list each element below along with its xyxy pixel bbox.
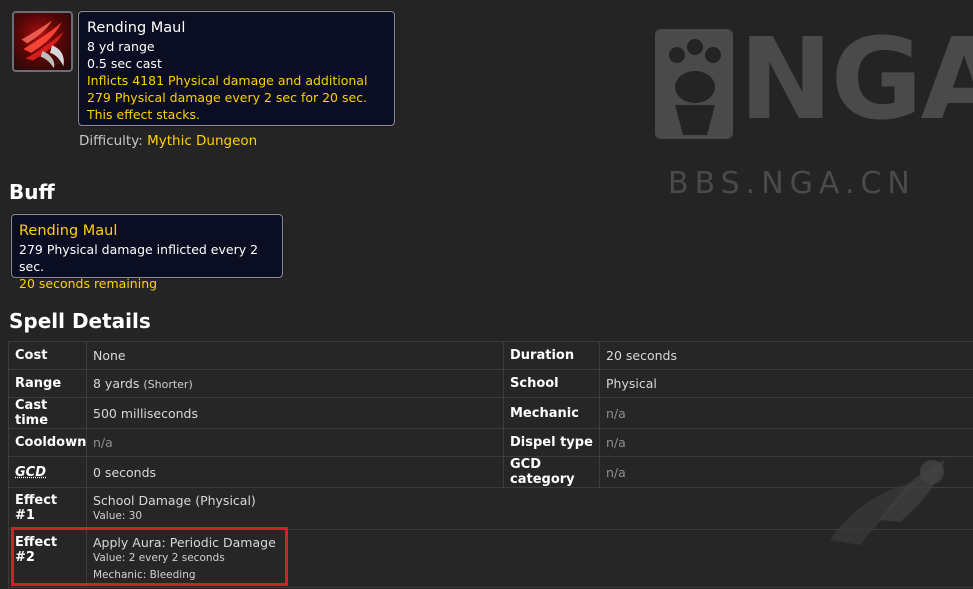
range-value: 8 yards <box>93 376 139 391</box>
difficulty-label: Difficulty: <box>79 133 143 149</box>
buff-heading: Buff <box>9 180 55 204</box>
row-label: GCD category <box>504 457 600 488</box>
row-value: None <box>87 342 504 370</box>
nga-watermark-letters: NGA <box>739 15 973 145</box>
row-value: 500 milliseconds <box>87 398 504 429</box>
difficulty-line: Difficulty: Mythic Dungeon <box>79 133 257 149</box>
effect-label: Effect #1 <box>9 488 87 530</box>
table-row: Cast time 500 milliseconds Mechanic n/a <box>9 398 973 429</box>
spell-title: Rending Maul <box>87 18 386 38</box>
row-value: n/a <box>87 429 504 457</box>
row-label: Cost <box>9 342 87 370</box>
bbs-nga-watermark-text: BBS.NGA.CN <box>668 166 916 201</box>
row-value: 20 seconds <box>600 342 973 370</box>
buff-tooltip: Rending Maul 279 Physical damage inflict… <box>11 214 283 278</box>
table-row: Cost None Duration 20 seconds <box>9 342 973 370</box>
row-label: School <box>504 370 600 398</box>
range-note: (Shorter) <box>143 378 192 391</box>
spell-description: Inflicts 4181 Physical damage and additi… <box>87 72 386 123</box>
row-label: Cooldown <box>9 429 87 457</box>
difficulty-value[interactable]: Mythic Dungeon <box>147 133 257 149</box>
table-row: Range 8 yards (Shorter) School Physical <box>9 370 973 398</box>
buff-remaining: 20 seconds remaining <box>19 275 275 292</box>
spell-details-heading: Spell Details <box>9 309 151 333</box>
row-value[interactable]: Physical <box>600 370 973 398</box>
row-value: n/a <box>600 398 973 429</box>
row-value: 0 seconds <box>87 457 504 488</box>
spell-cast-time: 0.5 sec cast <box>87 55 386 72</box>
buff-title: Rending Maul <box>19 221 275 241</box>
spell-tooltip: Rending Maul 8 yd range 0.5 sec cast Inf… <box>78 11 395 126</box>
highlight-box <box>11 527 288 586</box>
spell-range: 8 yd range <box>87 38 386 55</box>
row-label: Range <box>9 370 87 398</box>
row-label: Dispel type <box>504 429 600 457</box>
row-label: GCD <box>9 457 87 488</box>
rending-maul-claw-icon <box>12 11 73 72</box>
buff-effect-line: 279 Physical damage inflicted every 2 se… <box>19 241 275 275</box>
row-value: 8 yards (Shorter) <box>87 370 504 398</box>
row-label: Duration <box>504 342 600 370</box>
gcd-label[interactable]: GCD <box>15 465 46 480</box>
decorative-claw-watermark-icon <box>820 450 960 554</box>
row-label: Mechanic <box>504 398 600 429</box>
row-label: Cast time <box>9 398 87 429</box>
nga-watermark-logo: NGA <box>655 27 945 151</box>
